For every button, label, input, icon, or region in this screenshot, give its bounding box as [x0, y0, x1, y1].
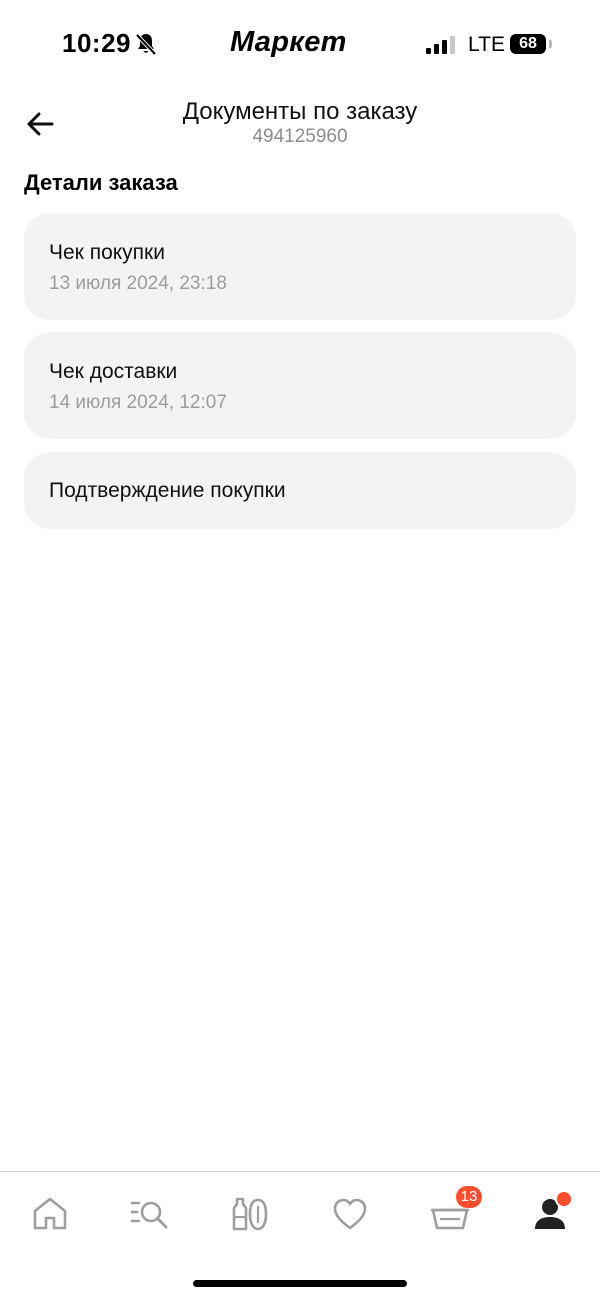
- document-title: Чек покупки: [49, 241, 165, 264]
- nav-home-button[interactable]: [28, 1192, 72, 1236]
- signal-icon: [426, 36, 458, 54]
- page-title: Документы по заказу: [182, 98, 418, 125]
- home-icon: [28, 1192, 72, 1236]
- section-title: Детали заказа: [24, 170, 178, 195]
- network-label: LTE: [468, 33, 505, 56]
- document-title: Подтверждение покупки: [49, 479, 286, 502]
- heart-icon: [328, 1192, 372, 1236]
- document-card-purchase-confirmation[interactable]: Подтверждение покупки: [24, 452, 576, 529]
- document-date: 13 июля 2024, 23:18: [49, 273, 227, 294]
- status-time: 10:29: [62, 28, 131, 58]
- battery-cap: [549, 40, 552, 48]
- bell-muted-icon: [135, 32, 157, 56]
- document-date: 14 июля 2024, 12:07: [49, 392, 227, 413]
- battery-icon: 68: [510, 34, 546, 54]
- nav-catalog-button[interactable]: [128, 1192, 172, 1236]
- catalog-search-icon: [128, 1192, 172, 1236]
- status-bar: 10:29 Маркет LTE 68: [0, 0, 600, 90]
- document-title: Чек доставки: [49, 360, 178, 383]
- document-card-delivery-receipt[interactable]: Чек доставки 14 июля 2024, 12:07: [24, 332, 576, 439]
- nav-products-button[interactable]: [228, 1192, 272, 1236]
- document-card-purchase-receipt[interactable]: Чек покупки 13 июля 2024, 23:18: [24, 213, 576, 320]
- brand-logo: Маркет: [230, 26, 347, 58]
- cart-count-badge: 13: [456, 1186, 482, 1208]
- products-icon: [228, 1192, 272, 1236]
- nav-favorites-button[interactable]: [328, 1192, 372, 1236]
- home-indicator: [193, 1280, 407, 1287]
- profile-notification-dot: [555, 1190, 573, 1208]
- order-number: 494125960: [252, 126, 348, 147]
